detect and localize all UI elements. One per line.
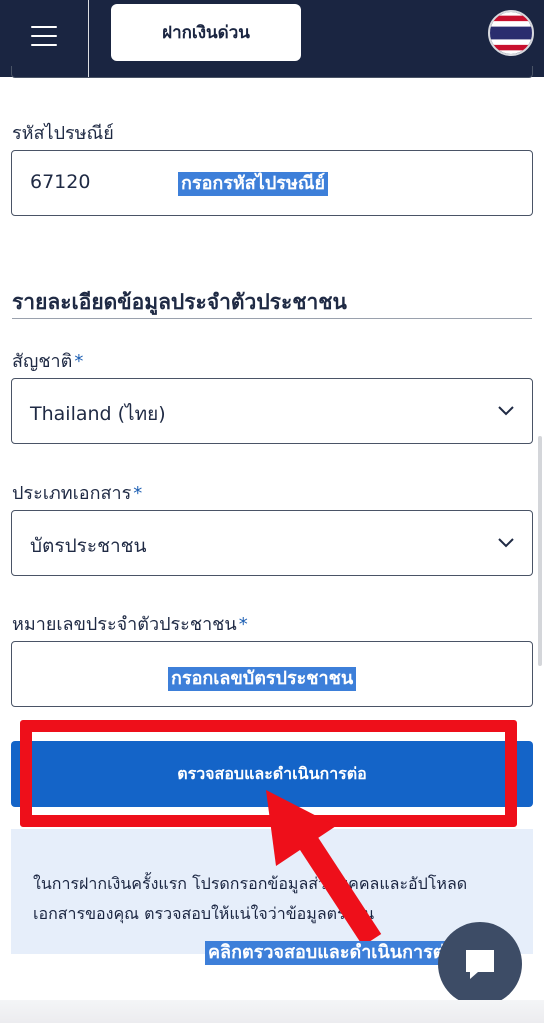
postal-code-label: รหัสไปรษณีย์ (12, 123, 114, 144)
document-type-selected-value: บัตรประชาชน (30, 535, 147, 557)
required-marker: * (74, 351, 84, 372)
document-type-select[interactable]: บัตรประชาชน (11, 510, 533, 576)
id-number-label-text: หมายเลขประจำตัวประชาชน (12, 614, 237, 635)
id-details-section-title: รายละเอียดข้อมูลประจำตัวประชาชน (12, 290, 347, 314)
thai-flag-icon[interactable] (488, 10, 534, 56)
previous-field-edge (11, 66, 533, 78)
required-marker: * (133, 483, 143, 504)
scrollbar-thumb[interactable] (538, 436, 542, 666)
chat-support-button[interactable] (438, 922, 522, 1006)
id-number-label: หมายเลขประจำตัวประชาชน * (12, 609, 248, 638)
thai-flag-graphic (490, 12, 532, 54)
section-divider (12, 318, 532, 319)
chevron-down-icon (498, 406, 514, 416)
annotation-caption: คลิกตรวจสอบและดำเนินการต่อ (205, 941, 459, 965)
nationality-selected-value: Thailand (ไทย) (30, 403, 166, 425)
document-type-label-text: ประเภทเอกสาร (12, 483, 132, 504)
id-number-overlay-label: กรอกเลขบัตรประชาชน (168, 667, 357, 691)
chat-bubble-icon (466, 950, 494, 979)
document-type-label: ประเภทเอกสาร * (12, 478, 142, 507)
quick-deposit-button[interactable]: ฝากเงินด่วน (111, 4, 301, 61)
chevron-down-icon (498, 538, 514, 548)
postal-code-value: 67120 (30, 171, 91, 193)
bottom-edge (0, 1000, 544, 1023)
verify-and-continue-button[interactable]: ตรวจสอบและดำเนินการต่อ (11, 741, 533, 807)
nationality-select[interactable]: Thailand (ไทย) (11, 378, 533, 444)
nationality-label: สัญชาติ * (12, 346, 83, 375)
info-notice-text: ในการฝากเงินครั้งแรก โปรดกรอกข้อมูลส่วนบ… (33, 874, 468, 923)
postal-code-overlay-label: กรอกรหัสไปรษณีย์ (178, 172, 329, 196)
nationality-label-text: สัญชาติ (12, 351, 73, 372)
menu-icon[interactable] (22, 18, 66, 54)
required-marker: * (238, 614, 248, 635)
